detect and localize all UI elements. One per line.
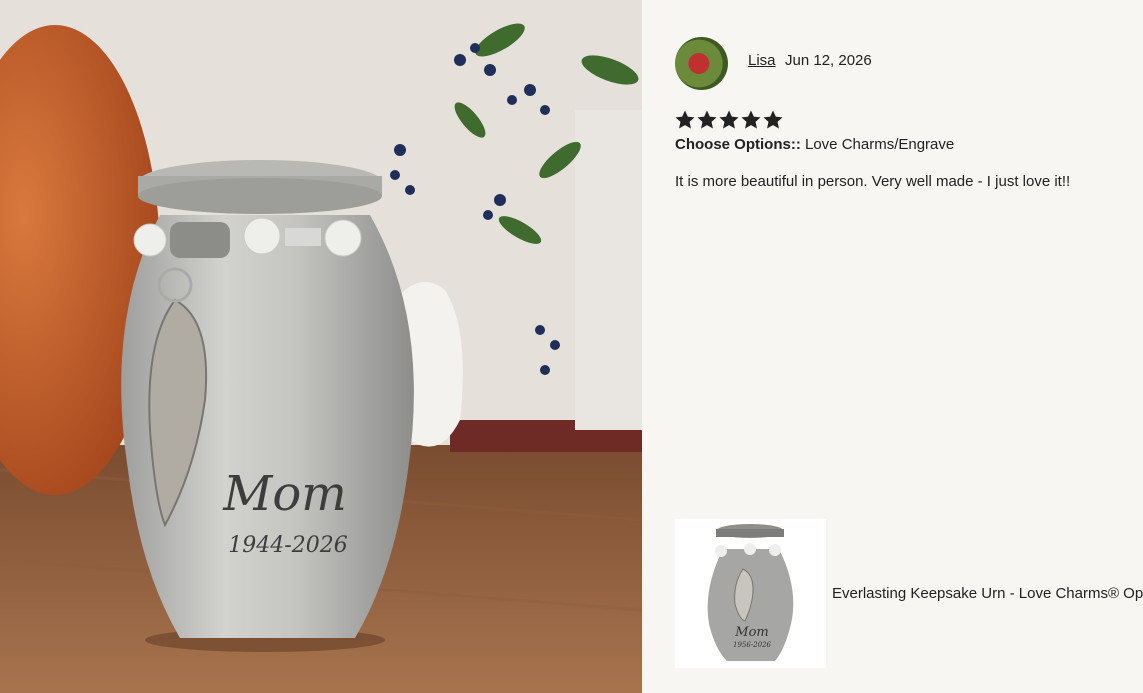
review-text: It is more beautiful in person. Very wel…	[675, 173, 1071, 190]
engraving-name: Mom	[222, 466, 347, 522]
urn-photo-icon: Mom 1944-2026	[0, 0, 642, 693]
star-rating	[675, 110, 783, 130]
thumb-engraving-years: 1956-2026	[733, 641, 772, 649]
star-icon	[741, 110, 761, 129]
reviewer-name-link[interactable]: Lisa	[748, 52, 776, 69]
chosen-options: Choose Options:: Love Charms/Engrave	[675, 136, 954, 153]
review-date: Jun 12, 2026	[785, 52, 872, 69]
product-title-link[interactable]: Everlasting Keepsake Urn - Love Charms® …	[832, 585, 1143, 602]
options-label: Choose Options::	[675, 136, 801, 153]
star-icon	[719, 110, 739, 129]
star-icon	[675, 110, 695, 129]
thumb-engraving-name: Mom	[734, 625, 768, 640]
options-value: Love Charms/Engrave	[800, 136, 955, 153]
product-thumbnail[interactable]: Mom 1956-2026	[675, 519, 826, 668]
urn-thumbnail-icon: Mom 1956-2026	[675, 519, 826, 668]
engraving-years: 1944-2026	[228, 533, 347, 558]
star-icon	[697, 110, 717, 129]
reviewer-avatar[interactable]	[675, 37, 728, 90]
review-panel: Lisa Jun 12, 2026 Choose Options:: Love …	[642, 0, 1143, 693]
review-photo[interactable]: Mom 1944-2026	[0, 0, 642, 693]
star-icon	[763, 110, 783, 129]
